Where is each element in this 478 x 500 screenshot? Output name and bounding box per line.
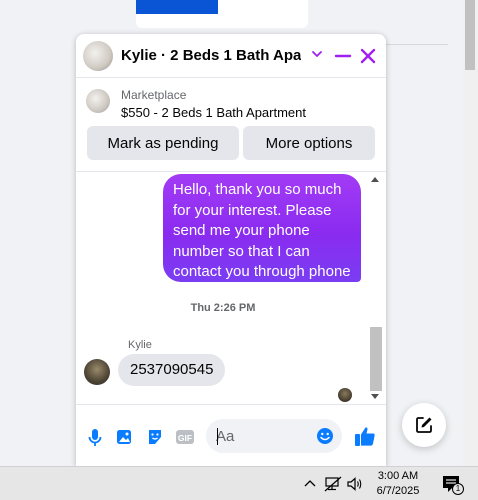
message-timestamp: Thu 2:26 PM bbox=[190, 302, 256, 314]
network-icon[interactable] bbox=[324, 476, 342, 492]
listing-title[interactable]: $550 - 2 Beds 1 Bath Apartment bbox=[121, 105, 306, 120]
scroll-down-arrow-icon[interactable] bbox=[371, 394, 379, 399]
photo-icon[interactable] bbox=[115, 427, 133, 447]
volume-icon[interactable] bbox=[346, 476, 364, 492]
taskbar: 3:00 AM 6/7/2025 1 bbox=[0, 466, 478, 500]
microphone-icon[interactable] bbox=[86, 427, 104, 447]
mark-as-pending-button[interactable]: Mark as pending bbox=[87, 126, 239, 160]
listing-thumbnail[interactable] bbox=[86, 89, 110, 113]
sticker-icon[interactable] bbox=[146, 427, 164, 447]
marketplace-label: Marketplace bbox=[121, 88, 187, 102]
background-divider bbox=[386, 44, 448, 45]
taskbar-clock[interactable]: 3:00 AM 6/7/2025 bbox=[372, 469, 424, 499]
message-list[interactable]: Hello, thank you so much for your intere… bbox=[76, 171, 386, 404]
outgoing-message[interactable]: Hello, thank you so much for your intere… bbox=[163, 174, 361, 282]
incoming-message[interactable]: 2537090545 bbox=[118, 354, 226, 386]
marketplace-panel: Marketplace $550 - 2 Beds 1 Bath Apartme… bbox=[76, 79, 386, 171]
emoji-icon[interactable] bbox=[316, 427, 334, 445]
chat-window: Kylie · 2 Beds 1 Bath Apart... Marketpla… bbox=[76, 34, 386, 466]
page-scrollbar-thumb[interactable] bbox=[465, 0, 475, 70]
compose-icon bbox=[416, 417, 432, 433]
sender-avatar[interactable] bbox=[84, 359, 110, 385]
thumbs-up-icon[interactable] bbox=[354, 425, 376, 447]
gif-label: GIF bbox=[178, 433, 192, 443]
scroll-up-arrow-icon[interactable] bbox=[371, 177, 379, 182]
background-image bbox=[136, 0, 218, 14]
chevron-up-icon[interactable] bbox=[304, 479, 316, 487]
more-options-button[interactable]: More options bbox=[243, 126, 375, 160]
taskbar-date: 6/7/2025 bbox=[376, 485, 420, 497]
new-message-button[interactable] bbox=[402, 403, 446, 447]
composer: GIF bbox=[76, 404, 386, 466]
message-scrollbar-thumb[interactable] bbox=[370, 327, 382, 391]
close-icon[interactable] bbox=[359, 46, 377, 66]
chevron-down-icon[interactable] bbox=[310, 46, 324, 62]
contact-avatar[interactable] bbox=[83, 41, 113, 71]
taskbar-time: 3:00 AM bbox=[377, 470, 419, 482]
gif-icon[interactable]: GIF bbox=[176, 427, 194, 447]
text-caret bbox=[217, 428, 218, 445]
sender-name: Kylie bbox=[128, 339, 152, 351]
chat-title[interactable]: Kylie · 2 Beds 1 Bath Apart... bbox=[121, 47, 301, 64]
chat-header[interactable]: Kylie · 2 Beds 1 Bath Apart... bbox=[76, 34, 386, 78]
seen-indicator-avatar bbox=[338, 388, 352, 402]
minimize-icon[interactable] bbox=[334, 46, 352, 66]
notification-count-badge: 1 bbox=[452, 483, 464, 495]
